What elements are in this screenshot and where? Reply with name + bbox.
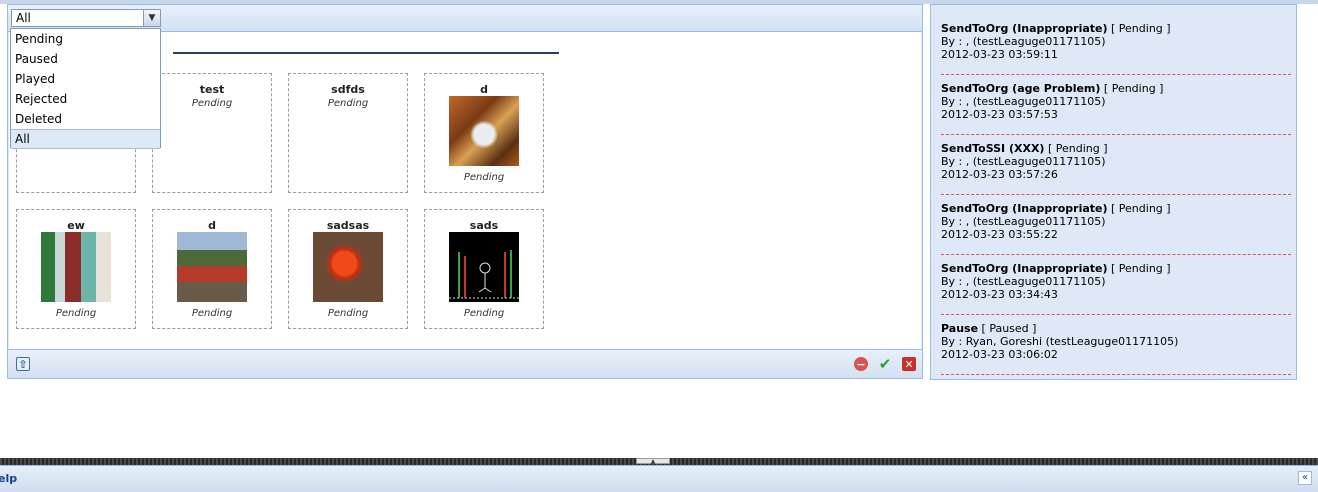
thumbnail-status: Pending [191, 308, 233, 319]
history-by: By : , (testLeaguge01171105) [941, 95, 1106, 108]
dropdown-option-rejected[interactable]: Rejected [11, 89, 160, 109]
history-state: [ Pending ] [1107, 22, 1171, 35]
dropdown-option-deleted[interactable]: Deleted [11, 109, 160, 129]
history-by: By : , (testLeaguge01171105) [941, 275, 1106, 288]
history-item: SendToOrg (Inappropriate) [ Pending ] By… [941, 202, 1291, 255]
thumbnail-status: Pending [463, 172, 505, 183]
dropdown-option-all[interactable]: All [11, 129, 160, 149]
thumbnail-title: sadsas [326, 219, 370, 232]
status-filter-combo[interactable]: All ▼ [11, 9, 161, 27]
thumbnail-card[interactable]: sads Pending [424, 209, 544, 329]
thumbnail-title: d [208, 219, 216, 232]
thumbnail-card[interactable]: sdfds Pending [288, 73, 408, 193]
thumbnail-title: ew [67, 219, 85, 232]
stop-icon[interactable]: − [854, 357, 868, 371]
history-time: 2012-03-23 03:59:11 [941, 48, 1058, 61]
history-item: SendToSSI (XXX) [ Pending ] By : , (test… [941, 142, 1291, 195]
status-filter-dropdown: Pending Paused Played Rejected Deleted A… [10, 28, 161, 149]
dropdown-option-played[interactable]: Played [11, 69, 160, 89]
thumbnail-card[interactable]: d Pending [152, 209, 272, 329]
thumbnail-card[interactable]: test Pending [152, 73, 272, 193]
history-by: By : , (testLeaguge01171105) [941, 155, 1106, 168]
history-time: 2012-03-23 03:55:22 [941, 228, 1058, 241]
thumbnail-status: Pending [55, 308, 97, 319]
history-action: SendToOrg (Inappropriate) [941, 262, 1108, 275]
thumbnail-title: d [480, 83, 488, 96]
help-panel-title: elp [0, 472, 18, 485]
history-time: 2012-03-23 03:34:43 [941, 288, 1058, 301]
red-leaf-image [313, 232, 383, 302]
history-time: 2012-03-23 03:57:26 [941, 168, 1058, 181]
history-time: 2012-03-23 03:57:53 [941, 108, 1058, 121]
history-action: SendToSSI (XXX) [941, 142, 1045, 155]
thumbnail-title: sdfds [331, 83, 365, 96]
collage-image [41, 232, 111, 302]
history-by: By : , (testLeaguge01171105) [941, 215, 1106, 228]
history-action: SendToOrg (age Problem) [941, 82, 1101, 95]
history-time: 2012-03-23 03:06:02 [941, 348, 1058, 361]
history-by: By : , (testLeaguge01171105) [941, 35, 1106, 48]
history-action: SendToOrg (Inappropriate) [941, 202, 1108, 215]
history-action: SendToOrg (Inappropriate) [941, 22, 1108, 35]
history-state: [ Paused ] [978, 322, 1037, 335]
dark-drawing-image [449, 232, 519, 302]
thumbnail-card[interactable]: sadsas Pending [288, 209, 408, 329]
thumbnail-status: Pending [327, 98, 369, 109]
close-icon[interactable]: ✕ [902, 357, 916, 371]
history-item: Pause [ Paused ] By : Ryan, Goreshi (tes… [941, 322, 1291, 375]
chevron-down-icon[interactable]: ▼ [143, 10, 160, 26]
history-item: SendToOrg (Inappropriate) [ Pending ] By… [941, 22, 1291, 75]
history-item: SendToOrg (age Problem) [ Pending ] By :… [941, 82, 1291, 135]
train-image [177, 232, 247, 302]
tab-underline [173, 52, 559, 54]
history-state: [ Pending ] [1044, 142, 1108, 155]
expand-icon[interactable]: « [1298, 471, 1312, 485]
thumbnail-title: sads [469, 219, 499, 232]
help-panel-header: elp « [0, 465, 1318, 492]
history-action: Pause [941, 322, 979, 335]
thumbnail-card[interactable]: d Pending [424, 73, 544, 193]
thumbnail-title: test [199, 83, 225, 96]
splitter-collapse-handle[interactable]: ▲ [636, 458, 670, 465]
history-state: [ Pending ] [1107, 202, 1171, 215]
dropdown-option-pending[interactable]: Pending [11, 29, 160, 49]
thumbnail-status: Pending [463, 308, 505, 319]
history-panel: SendToOrg (Inappropriate) [ Pending ] By… [930, 4, 1297, 380]
thumbnail-status: Pending [191, 98, 233, 109]
upload-icon[interactable]: ⇧ [16, 357, 30, 371]
history-state: [ Pending ] [1100, 82, 1164, 95]
thumbnail-status: Pending [327, 308, 369, 319]
check-icon[interactable]: ✔ [878, 355, 892, 373]
dropdown-option-paused[interactable]: Paused [11, 49, 160, 69]
thumbnail-card[interactable]: ew Pending [16, 209, 136, 329]
history-state: [ Pending ] [1107, 262, 1171, 275]
status-filter-value: All [16, 11, 31, 25]
action-toolbar: ⇧ − ✔ ✕ [8, 349, 922, 378]
history-by: By : Ryan, Goreshi (testLeaguge01171105) [941, 335, 1179, 348]
history-item: SendToOrg (Inappropriate) [ Pending ] By… [941, 262, 1291, 315]
waterfall-autumn-image [449, 96, 519, 166]
